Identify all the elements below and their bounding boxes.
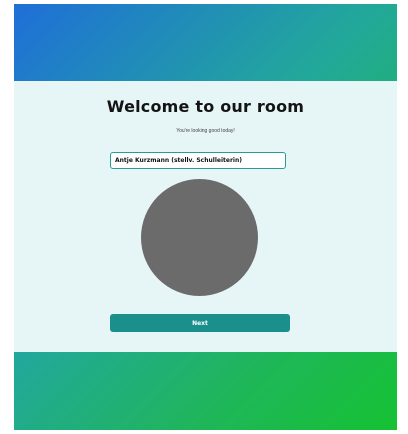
next-button[interactable]: Next	[110, 314, 290, 332]
page-title: Welcome to our room	[106, 97, 305, 116]
avatar-preview	[141, 179, 258, 296]
name-input[interactable]	[110, 152, 286, 169]
app-frame: Welcome to our room You're looking good …	[14, 4, 397, 430]
subtitle: You're looking good today!	[176, 128, 235, 134]
